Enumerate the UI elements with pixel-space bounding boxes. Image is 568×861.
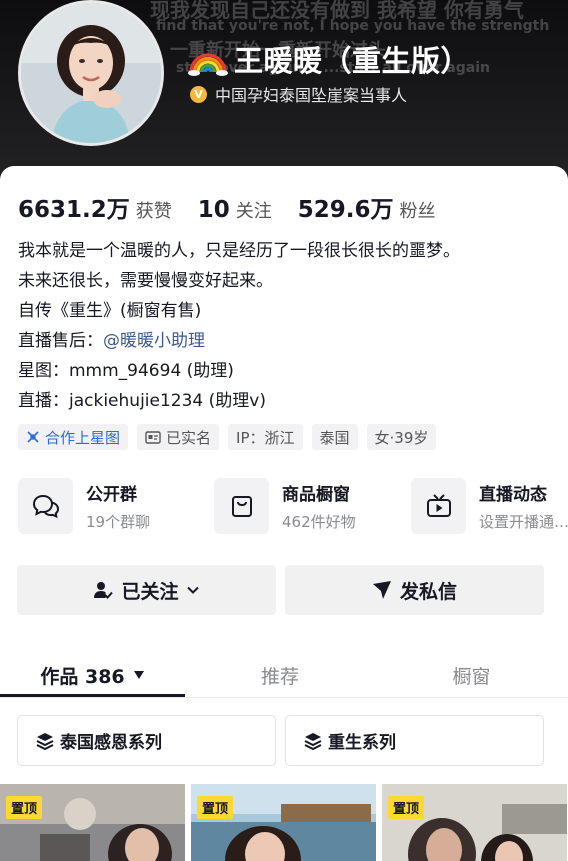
send-icon: [372, 581, 391, 599]
tag-location: 泰国: [311, 424, 358, 450]
chevron-down-icon: [186, 586, 199, 594]
entry-title: 公开群: [86, 485, 137, 505]
tab-works[interactable]: 作品 386: [0, 650, 185, 700]
verified-v-icon: V: [190, 85, 207, 103]
tag-label: IP：浙江: [236, 428, 295, 447]
profile-banner: 现我发现自己还没有做到 我希望 你有勇气 find that you're no…: [0, 0, 568, 180]
stat-label: 关注: [235, 201, 272, 222]
tv-play-icon: [426, 494, 451, 517]
verification-row: V 中国孕妇泰国坠崖案当事人: [190, 82, 407, 106]
tab-label: 推荐: [260, 665, 299, 688]
video-thumbnail[interactable]: 置顶: [191, 784, 376, 861]
bio-line: 自传《重生》(橱窗有售): [18, 301, 202, 321]
tag-label: 女·39岁: [374, 428, 429, 447]
tab-recommend[interactable]: 推荐: [185, 650, 375, 700]
bio-line: 星图：mmm_94694 (助理): [18, 361, 234, 381]
profile-stats: 6631.2万 获赞 10 关注 529.6万 粉丝: [18, 190, 462, 224]
profile-tags: 合作上星图 已实名 IP：浙江 泰国 女·39岁: [18, 424, 445, 450]
tag-label: 合作上星图: [45, 428, 121, 447]
stat-label: 粉丝: [399, 201, 436, 222]
entry-subtitle: 462件好物: [282, 513, 356, 531]
stat-label: 获赞: [135, 201, 172, 222]
verification-text: 中国孕妇泰国坠崖案当事人: [215, 86, 408, 105]
content-tabs: 作品 386 推荐 橱窗: [0, 650, 568, 700]
bio-line-prefix: 直播售后：: [18, 331, 103, 351]
video-grid: 置顶 置顶 置顶: [0, 784, 568, 861]
entry-subtitle: 设置开播通…: [479, 513, 568, 531]
video-thumbnail[interactable]: 置顶: [382, 784, 567, 861]
tag-gender-age: 女·39岁: [366, 424, 437, 450]
collection-thailand-thanks[interactable]: 泰国感恩系列: [17, 715, 276, 766]
pinned-badge: 置顶: [6, 796, 43, 819]
tag-label: 已实名: [166, 428, 212, 447]
entry-live-updates[interactable]: 直播动态 设置开播通…: [411, 478, 568, 534]
bio-line: 未来还很长，需要慢慢变好起来。: [18, 271, 273, 291]
collection-list: 泰国感恩系列 重生系列: [17, 715, 544, 766]
video-thumbnail[interactable]: 置顶: [0, 784, 185, 861]
user-check-icon: [94, 582, 114, 599]
entry-icon-box: [411, 478, 466, 534]
star-chart-icon: [27, 431, 39, 443]
send-message-button[interactable]: 发私信: [285, 565, 544, 615]
stat-number: 10: [197, 197, 230, 223]
profile-bio: 我本就是一个温暖的人，只是经历了一段很长很长的噩梦。 未来还很长，需要慢慢变好起…: [18, 236, 460, 416]
stat-followers[interactable]: 529.6万 粉丝: [298, 190, 436, 224]
avatar[interactable]: [18, 0, 164, 146]
layers-icon: [304, 732, 322, 750]
entry-product-showcase[interactable]: 商品橱窗 462件好物: [214, 478, 411, 534]
send-message-label: 发私信: [399, 580, 457, 603]
bio-line: 直播：jackiehujie1234 (助理v): [18, 391, 266, 411]
pinned-badge: 置顶: [388, 796, 425, 819]
tab-label: 作品 386: [40, 665, 125, 688]
tab-divider: [0, 697, 568, 698]
collection-label: 泰国感恩系列: [60, 733, 162, 753]
following-button-label: 已关注: [121, 580, 179, 603]
pinned-badge: 置顶: [197, 796, 234, 819]
entry-icon-box: [18, 478, 73, 534]
entry-public-group[interactable]: 公开群 19个群聊: [18, 478, 214, 534]
profile-nickname: 王暖暖（重生版）: [234, 44, 471, 78]
entry-title: 直播动态: [479, 485, 547, 505]
entry-title: 商品橱窗: [282, 485, 350, 505]
avatar-photo: [21, 3, 161, 143]
tag-star-chart[interactable]: 合作上星图: [18, 424, 129, 450]
tab-label: 橱窗: [452, 665, 491, 688]
collection-label: 重生系列: [328, 733, 396, 753]
id-card-icon: [145, 430, 161, 444]
entry-subtitle: 19个群聊: [86, 513, 151, 531]
collection-rebirth[interactable]: 重生系列: [285, 715, 544, 766]
group-chat-icon: [32, 494, 59, 519]
profile-actions: 已关注 发私信: [17, 565, 544, 615]
tag-label: 泰国: [319, 428, 350, 447]
nickname-row: 王暖暖（重生版）: [188, 38, 470, 80]
assistant-mention-link[interactable]: @暖暖小助理: [103, 331, 205, 351]
shopping-bag-icon: [231, 496, 252, 517]
banner-caption-line: find that you're not, I hope you have th…: [156, 18, 550, 34]
entry-icon-box: [214, 478, 269, 534]
stat-likes[interactable]: 6631.2万 获赞: [18, 190, 172, 224]
bio-line: 我本就是一个温暖的人，只是经历了一段很长很长的噩梦。: [18, 241, 460, 261]
profile-card: 6631.2万 获赞 10 关注 529.6万 粉丝 我本就是一个温暖的人，只是…: [0, 166, 568, 861]
tag-ip-location: IP：浙江: [228, 424, 303, 450]
stat-following[interactable]: 10 关注: [198, 197, 272, 223]
rainbow-icon: [188, 53, 228, 76]
bio-line: 直播售后：@暖暖小助理: [18, 326, 460, 356]
layers-icon: [36, 732, 54, 750]
stat-number: 529.6万: [297, 197, 394, 223]
stat-number: 6631.2万: [18, 197, 130, 223]
tab-showcase[interactable]: 橱窗: [375, 650, 568, 700]
feature-entries: 公开群 19个群聊 商品橱窗 462件好物 直播动态 设置开播通…: [18, 478, 568, 534]
tag-verified-name: 已实名: [137, 424, 220, 450]
caret-down-icon: [133, 671, 144, 679]
following-button[interactable]: 已关注: [17, 565, 276, 615]
